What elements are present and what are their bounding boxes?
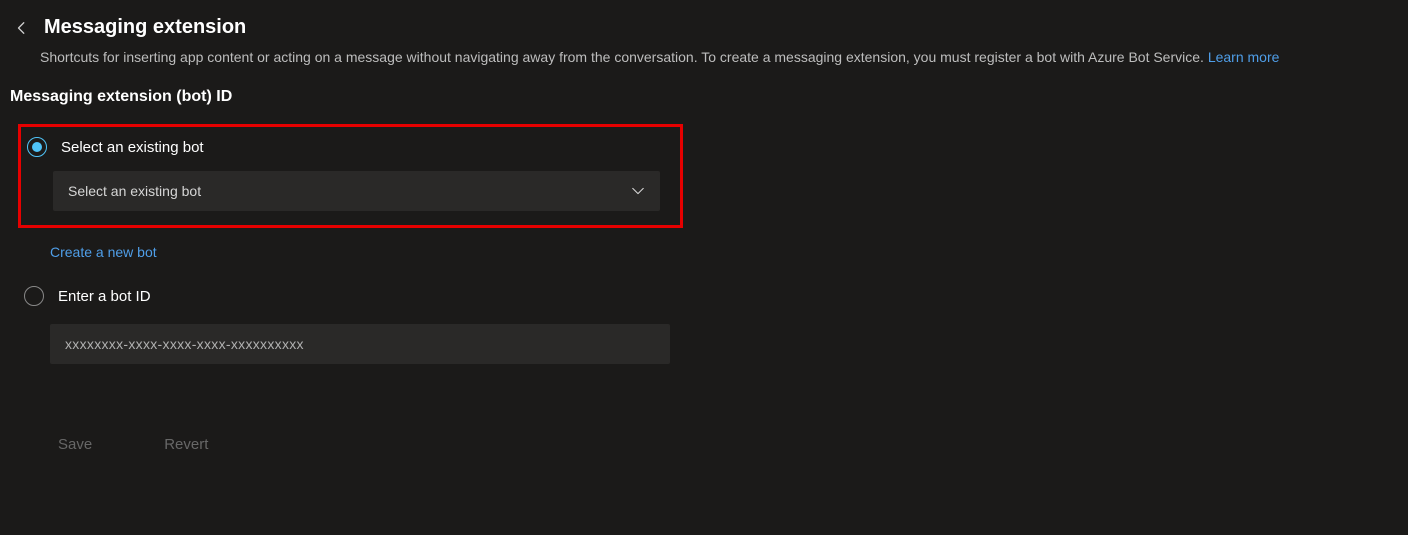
page-title: Messaging extension (44, 16, 246, 39)
save-button[interactable]: Save (58, 436, 92, 453)
revert-button[interactable]: Revert (164, 436, 208, 453)
learn-more-link[interactable]: Learn more (1208, 49, 1280, 65)
radio-icon[interactable] (24, 286, 44, 306)
radio-select-existing[interactable]: Select an existing bot (21, 137, 680, 157)
radio-icon[interactable] (27, 137, 47, 157)
radio-enter-bot-id[interactable]: Enter a bot ID (10, 286, 1398, 306)
dropdown-selected-text: Select an existing bot (68, 183, 201, 199)
section-label: Messaging extension (bot) ID (10, 88, 1398, 106)
radio-label-existing: Select an existing bot (61, 139, 204, 156)
highlighted-section: Select an existing bot Select an existin… (18, 124, 683, 228)
existing-bot-dropdown[interactable]: Select an existing bot (53, 171, 660, 211)
chevron-down-icon (631, 184, 645, 198)
back-icon[interactable] (14, 20, 30, 36)
create-new-bot-link[interactable]: Create a new bot (50, 244, 157, 260)
bot-id-input[interactable]: xxxxxxxx-xxxx-xxxx-xxxx-xxxxxxxxxx (50, 324, 670, 364)
bot-id-placeholder: xxxxxxxx-xxxx-xxxx-xxxx-xxxxxxxxxx (65, 336, 304, 352)
page-description: Shortcuts for inserting app content or a… (40, 47, 1398, 68)
description-text: Shortcuts for inserting app content or a… (40, 49, 1208, 65)
radio-label-enter: Enter a bot ID (58, 288, 151, 305)
